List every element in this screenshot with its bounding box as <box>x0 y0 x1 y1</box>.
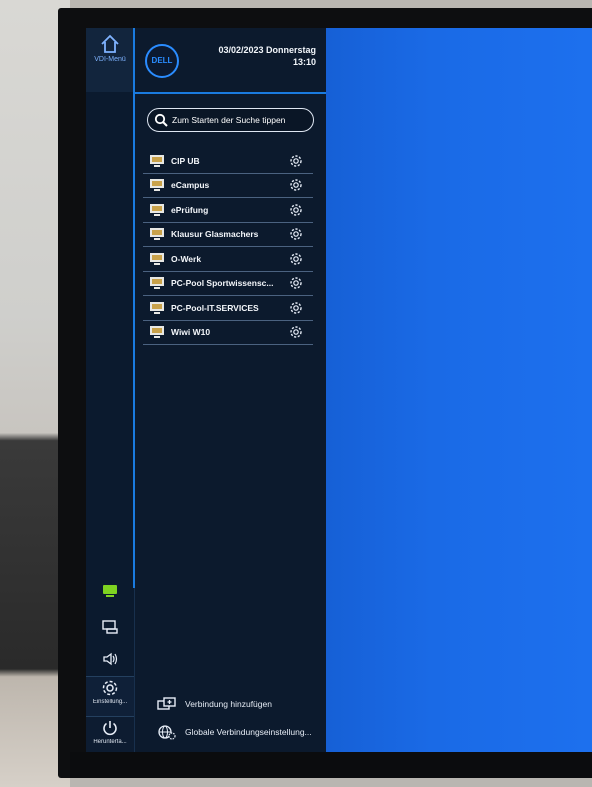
connection-list: CIP UB eCampus ePrüfung Klausur Glasmach… <box>143 149 313 345</box>
connection-settings-icon[interactable] <box>289 154 303 168</box>
connection-item[interactable]: CIP UB <box>143 149 313 174</box>
connection-monitor-icon <box>150 154 164 167</box>
display-button[interactable] <box>86 620 134 634</box>
vdi-menu-panel: DELL 03/02/2023 Donnerstag 13:10 CIP UB … <box>135 28 326 752</box>
global-connection-settings-label: Globale Verbindungseinstellung... <box>185 727 312 737</box>
time-text: 13:10 <box>292 57 316 67</box>
connection-label: ePrüfung <box>171 204 209 215</box>
connection-monitor-icon <box>150 326 164 339</box>
settings-button[interactable]: Einstellung... <box>86 676 134 717</box>
add-connection-label: Verbindung hinzufügen <box>185 699 272 709</box>
connection-settings-icon[interactable] <box>289 178 303 192</box>
search-icon <box>154 113 168 127</box>
global-connection-settings-button[interactable]: Globale Verbindungseinstellung... <box>157 724 312 740</box>
connection-settings-icon[interactable] <box>289 227 303 241</box>
connection-settings-icon[interactable] <box>289 203 303 217</box>
connection-item[interactable]: Klausur Glasmachers <box>143 223 313 247</box>
connection-item[interactable]: eCampus <box>143 174 313 198</box>
screen: VDI-Menü Einstellung... Herunterfa... DE… <box>86 28 592 752</box>
connection-label: CIP UB <box>171 155 200 166</box>
panel-header: DELL 03/02/2023 Donnerstag 13:10 <box>135 28 326 94</box>
connection-item[interactable]: PC-Pool-IT.SERVICES <box>143 296 313 321</box>
connection-settings-icon[interactable] <box>289 325 303 339</box>
settings-label: Einstellung... <box>92 699 128 705</box>
active-connections-button[interactable] <box>86 584 134 598</box>
connection-monitor-icon <box>150 277 164 290</box>
add-connection-icon <box>157 697 176 710</box>
audio-button[interactable] <box>86 652 134 666</box>
speaker-icon <box>103 652 118 666</box>
search-input[interactable] <box>172 112 308 127</box>
desktop-background <box>326 28 592 752</box>
connection-settings-icon[interactable] <box>289 276 303 290</box>
connection-monitor-icon <box>150 179 164 192</box>
connection-label: eCampus <box>171 180 210 191</box>
globe-settings-icon <box>158 725 176 740</box>
dell-logo: DELL <box>145 44 179 78</box>
connection-label: Wiwi W10 <box>171 327 211 338</box>
date-text: 03/02/2023 Donnerstag <box>218 45 316 55</box>
shutdown-button[interactable]: Herunterfa... <box>86 716 134 752</box>
connection-label: PC-Pool Sportwissensc... <box>171 278 274 289</box>
connection-settings-icon[interactable] <box>289 301 303 315</box>
connection-settings-icon[interactable] <box>289 252 303 266</box>
monitor-green-icon <box>103 585 117 597</box>
add-connection-button[interactable]: Verbindung hinzufügen <box>157 696 272 712</box>
connection-item[interactable]: Wiwi W10 <box>143 321 313 345</box>
datetime: 03/02/2023 Donnerstag 13:10 <box>218 44 316 68</box>
connection-monitor-icon <box>150 252 164 265</box>
home-icon <box>101 34 119 53</box>
connection-item[interactable]: O-Werk <box>143 247 313 272</box>
connection-monitor-icon <box>150 228 164 241</box>
connection-label: PC-Pool-IT.SERVICES <box>171 302 259 313</box>
vdi-menu-label: VDI-Menü <box>94 56 126 63</box>
search-box[interactable] <box>147 108 314 132</box>
connection-monitor-icon <box>150 301 164 314</box>
power-icon <box>103 721 117 736</box>
settings-gear-icon <box>102 680 118 696</box>
connection-item[interactable]: PC-Pool Sportwissensc... <box>143 272 313 296</box>
connection-monitor-icon <box>150 203 164 216</box>
connection-label: Klausur Glasmachers <box>171 229 259 240</box>
vdi-menu-button[interactable]: VDI-Menü <box>86 28 134 92</box>
left-rail: VDI-Menü Einstellung... Herunterfa... <box>86 28 135 752</box>
shutdown-label: Herunterfa... <box>93 739 127 745</box>
connection-label: O-Werk <box>171 253 202 264</box>
monitor-bottom-bezel <box>70 752 592 778</box>
display-icon <box>102 620 118 634</box>
connection-item[interactable]: ePrüfung <box>143 198 313 223</box>
